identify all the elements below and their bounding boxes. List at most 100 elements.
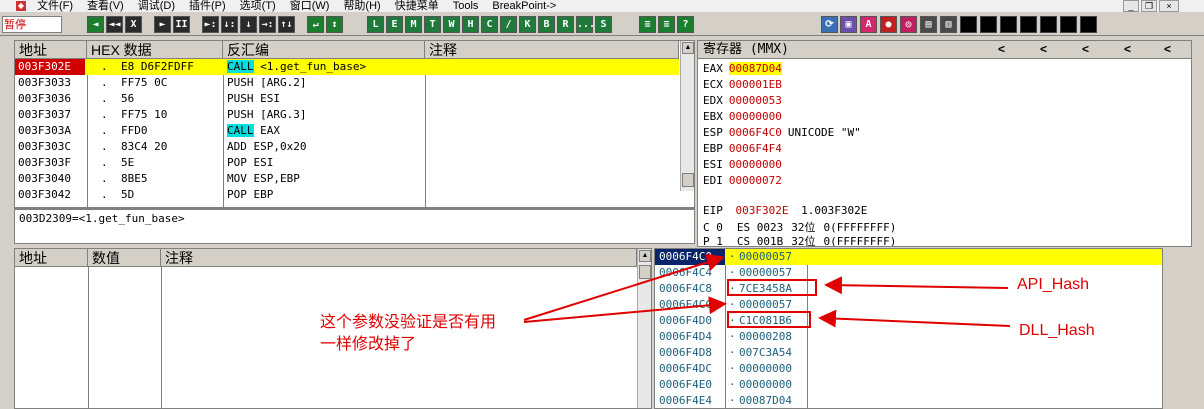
menu-shortcuts[interactable]: 快捷菜单 (388, 0, 446, 12)
custom-tool-4-icon[interactable] (1020, 16, 1037, 33)
dump-header-address[interactable]: 地址 (15, 249, 88, 267)
scroll-up-icon[interactable]: ▲ (682, 42, 694, 54)
reg-nav-prev-icon[interactable]: < (998, 42, 1005, 56)
register-row[interactable]: EAX 00087D04 (703, 61, 782, 77)
reg-nav-prev-icon[interactable]: < (1164, 42, 1171, 56)
disasm-row[interactable]: 003F3042. 5D POP EBP (15, 187, 679, 203)
disasm-row[interactable]: 003F303C. 83C4 20 ADD ESP,0x20 (15, 139, 679, 155)
close-process-button[interactable]: X (125, 16, 142, 33)
custom-tool-1-icon[interactable] (960, 16, 977, 33)
close-icon[interactable]: × (1159, 0, 1179, 12)
menu-view[interactable]: 查看(V) (80, 0, 131, 12)
execute-till-return-button[interactable]: ↑↓ (278, 16, 295, 33)
threads-button[interactable]: T (424, 16, 441, 33)
call-stack-button[interactable]: K (519, 16, 536, 33)
disasm-row[interactable]: 003F303A. FFD0 CALL EAX (15, 123, 679, 139)
memory-map-button[interactable]: M (405, 16, 422, 33)
window-icon[interactable]: ▣ (840, 16, 857, 33)
disasm-header-disassembly[interactable]: 反汇编 (223, 41, 425, 59)
menu-options[interactable]: 选项(T) (233, 0, 283, 12)
minimize-icon[interactable]: _ (1123, 0, 1139, 12)
register-row[interactable]: ESI 00000000 (703, 157, 782, 173)
register-row[interactable]: ESP 0006F4C0 UNICODE "W" (703, 125, 861, 141)
step-into-button[interactable]: ►: (202, 16, 219, 33)
register-row[interactable]: EDI 00000072 (703, 173, 782, 189)
register-row[interactable]: ECX 000001EB (703, 77, 782, 93)
a-icon[interactable]: A (860, 16, 877, 33)
menu-window[interactable]: 窗口(W) (283, 0, 337, 12)
dump-header-value[interactable]: 数值 (88, 249, 161, 267)
scroll-thumb[interactable] (639, 265, 651, 279)
custom-tool-5-icon[interactable] (1040, 16, 1057, 33)
references-button[interactable]: R (557, 16, 574, 33)
scroll-up-icon[interactable]: ▲ (639, 250, 651, 262)
record-icon[interactable]: ● (880, 16, 897, 33)
stack-row[interactable]: 0006F4D8 · 007C3A54 (655, 345, 1162, 361)
chip-icon[interactable]: ▤ (920, 16, 937, 33)
target-icon[interactable]: ◎ (900, 16, 917, 33)
cpu-button[interactable]: C (481, 16, 498, 33)
trace-over-button[interactable]: →: (259, 16, 276, 33)
flag-row[interactable]: P 1 CS 001B 32位 0(FFFFFFFF) (703, 235, 896, 246)
grid-icon[interactable]: ▥ (940, 16, 957, 33)
register-row[interactable]: EBX 00000000 (703, 109, 782, 125)
registers-pane[interactable]: 寄存器 (MMX) < < < < < EAX 00087D04 ECX 000001… (697, 40, 1192, 247)
reg-nav-prev-icon[interactable]: < (1124, 42, 1131, 56)
run-trace-button[interactable]: ... (576, 16, 595, 33)
disasm-header-address[interactable]: 地址 (15, 41, 87, 59)
disasm-row[interactable]: 003F3037. FF75 10 PUSH [ARG.3] (15, 107, 679, 123)
executable-modules-button[interactable]: E (386, 16, 403, 33)
reg-nav-prev-icon[interactable]: < (1040, 42, 1047, 56)
eip-row[interactable]: EIP 003F302E 1.003F302E (703, 203, 867, 219)
stack-row[interactable]: 0006F4E0 · 00000000 (655, 377, 1162, 393)
disasm-row[interactable]: 003F3036. 56 PUSH ESI (15, 91, 679, 107)
animate-icon[interactable]: ↕ (326, 16, 343, 33)
custom-tool-3-icon[interactable] (1000, 16, 1017, 33)
preferences-button[interactable]: ≡ (639, 16, 656, 33)
refresh-icon[interactable]: ⟳ (821, 16, 838, 33)
menu-tools[interactable]: Tools (446, 0, 486, 12)
appearance-button[interactable]: ≡ (658, 16, 675, 33)
custom-tool-7-icon[interactable] (1080, 16, 1097, 33)
restore-icon[interactable]: ❐ (1141, 0, 1157, 12)
disasm-row[interactable]: 003F302E. E8 D6F2FDFF CALL <1.get_fun_base… (15, 59, 679, 75)
flag-row[interactable]: C 0 ES 0023 32位 0(FFFFFFFF) (703, 221, 896, 235)
disasm-row[interactable]: 003F3040. 8BE5 MOV ESP,EBP (15, 171, 679, 187)
trace-into-button[interactable]: ↓ (240, 16, 257, 33)
disasm-header-hex[interactable]: HEX 数据 (87, 41, 223, 59)
stack-row[interactable]: 0006F4C0 · 00000057 (655, 249, 1162, 265)
register-row[interactable]: EDX 00000053 (703, 93, 782, 109)
register-row[interactable]: EBP 0006F4F4 (703, 141, 782, 157)
run-restart-icon[interactable]: ◄ (87, 16, 104, 33)
source-button[interactable]: S (595, 16, 612, 33)
disassembly-pane[interactable]: 地址 HEX 数据 反汇编 注释 003F302E. E8 D6F2FDFF CAL… (14, 40, 695, 208)
dump-scrollbar[interactable]: ▲ (637, 249, 651, 408)
go-to-icon[interactable]: ↵ (307, 16, 324, 33)
patches-button[interactable]: / (500, 16, 517, 33)
help-button[interactable]: ? (677, 16, 694, 33)
disasm-row[interactable]: 003F3033. FF75 0C PUSH [ARG.2] (15, 75, 679, 91)
disasm-scrollbar[interactable]: ▲ (680, 41, 694, 191)
windows-button[interactable]: W (443, 16, 460, 33)
dump-header-comment[interactable]: 注释 (161, 249, 637, 267)
handles-button[interactable]: H (462, 16, 479, 33)
custom-tool-2-icon[interactable] (980, 16, 997, 33)
scroll-thumb[interactable] (682, 173, 694, 187)
menu-help[interactable]: 帮助(H) (336, 0, 387, 12)
menu-file[interactable]: 文件(F) (30, 0, 80, 12)
menu-plugins[interactable]: 插件(P) (182, 0, 233, 12)
menu-breakpoint[interactable]: BreakPoint-> (485, 0, 563, 12)
step-over-button[interactable]: ↓: (221, 16, 238, 33)
stack-row[interactable]: 0006F4DC · 00000000 (655, 361, 1162, 377)
disasm-header-comment[interactable]: 注释 (425, 41, 679, 59)
stack-row[interactable]: 0006F4E4 · 00087D04 (655, 393, 1162, 408)
rewind-button[interactable]: ◄◄ (106, 16, 123, 33)
disasm-row[interactable]: 003F303F. 5E POP ESI (15, 155, 679, 171)
pause-button[interactable]: II (173, 16, 190, 33)
breakpoints-button[interactable]: B (538, 16, 555, 33)
menu-debug[interactable]: 调试(D) (131, 0, 182, 12)
run-button[interactable]: ► (154, 16, 171, 33)
reg-nav-prev-icon[interactable]: < (1082, 42, 1089, 56)
custom-tool-6-icon[interactable] (1060, 16, 1077, 33)
log-window-button[interactable]: L (367, 16, 384, 33)
